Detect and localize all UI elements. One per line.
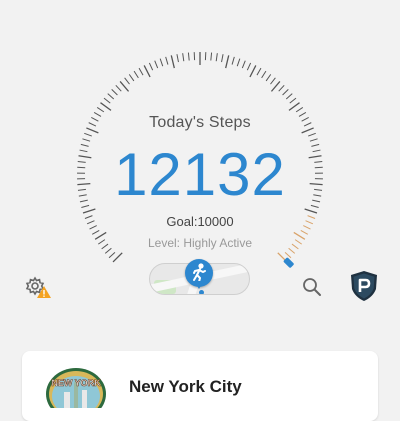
gauge-tick — [129, 74, 134, 81]
profile-p-icon[interactable] — [349, 270, 379, 302]
gauge-tick — [301, 230, 308, 234]
gauge-tick — [134, 71, 138, 78]
gauge-tick — [116, 85, 121, 91]
badge-text: NEW YORK — [51, 378, 101, 388]
gauge-tick — [149, 63, 152, 70]
settings-warning-icon[interactable] — [24, 275, 52, 299]
gauge-tick — [125, 78, 130, 84]
location-card[interactable]: NEW YORK New York City — [22, 351, 378, 421]
new-york-badge-icon: NEW YORK — [44, 368, 108, 408]
gauge-tick — [112, 89, 118, 95]
gauge-tick — [286, 94, 292, 99]
gauge-tick — [232, 57, 234, 65]
map-pin-tail — [194, 281, 204, 289]
activity-level-label: Level: Highly Active — [0, 236, 400, 250]
todays-steps-title: Today's Steps — [0, 114, 400, 132]
gauge-tick — [109, 252, 115, 257]
map-location-dot — [199, 290, 204, 295]
gauge-tick — [279, 85, 284, 91]
gauge-tick — [308, 133, 316, 136]
gauge-tick — [166, 57, 168, 65]
gauge-tick — [177, 54, 179, 62]
gauge-tick — [183, 53, 184, 61]
gauge-tick — [84, 133, 92, 136]
gauge-tick — [270, 78, 275, 84]
gauge-tick — [160, 59, 163, 67]
gauge-tick — [139, 68, 143, 75]
gauge-tick — [216, 53, 217, 61]
gauge-tick — [290, 98, 296, 103]
gauge-tick — [188, 53, 189, 61]
gauge-tick — [120, 81, 128, 91]
gauge-tick — [289, 103, 300, 111]
gauge-tick — [283, 89, 289, 95]
gauge-tick — [266, 74, 271, 81]
goal-label: Goal:10000 — [0, 214, 400, 229]
gauge-tick — [171, 55, 174, 68]
gauge-tick — [271, 81, 279, 91]
gauge-tick — [237, 59, 240, 67]
gauge-tick — [296, 107, 303, 111]
gauge-tick — [144, 65, 150, 77]
gauge-tick — [97, 107, 104, 111]
gauge-tick — [155, 61, 158, 68]
gauge-tick — [113, 253, 122, 262]
gauge-tick — [108, 94, 114, 99]
gauge-tick — [104, 98, 110, 103]
gauge-tick — [226, 55, 229, 68]
gauge-tick — [242, 61, 245, 68]
gauge-tick — [100, 103, 111, 111]
gauge-tick — [211, 53, 212, 61]
gauge-tick — [257, 68, 261, 75]
step-count: 12132 — [0, 139, 400, 211]
gauge-tick — [222, 54, 224, 62]
gauge-tick — [247, 63, 250, 70]
city-name: New York City — [129, 377, 242, 397]
gauge-end-marker — [283, 257, 294, 268]
search-icon[interactable] — [301, 276, 323, 298]
gauge-tick — [250, 65, 256, 77]
gauge-tick — [285, 252, 291, 257]
gauge-tick — [92, 230, 99, 234]
gauge-tick — [262, 71, 266, 78]
